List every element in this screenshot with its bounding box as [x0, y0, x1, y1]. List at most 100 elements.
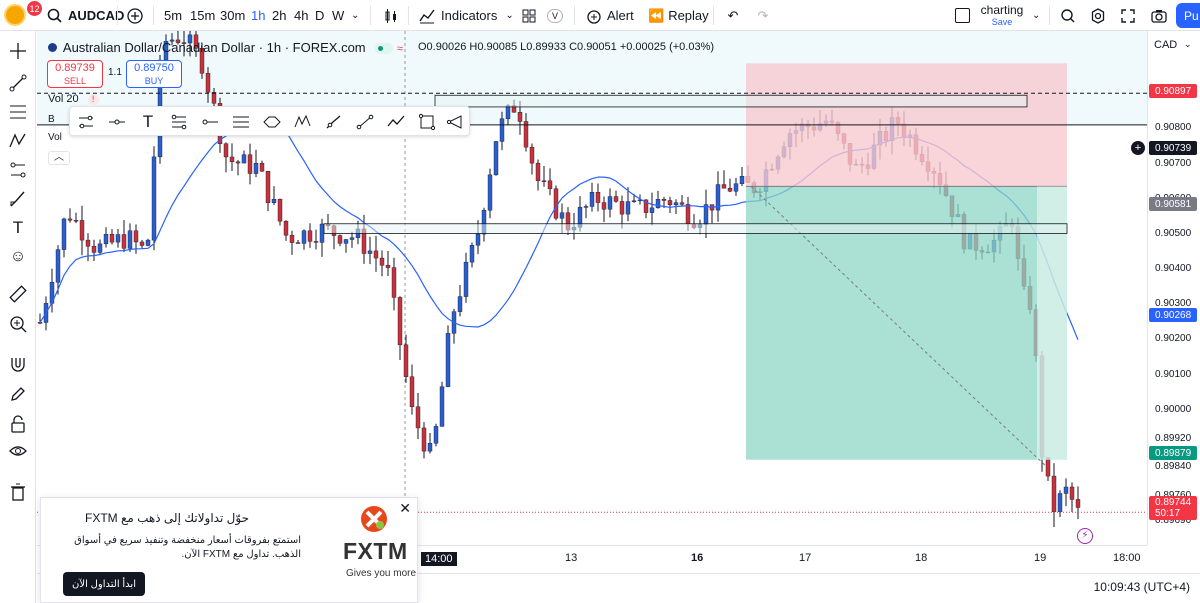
candle-body: [313, 241, 319, 243]
lightning-icon[interactable]: ⚡: [1077, 528, 1093, 544]
compare-symbol-button[interactable]: [124, 0, 146, 31]
settings-button[interactable]: [1088, 0, 1108, 31]
layout-name[interactable]: charting Save: [980, 3, 1024, 27]
candle-body: [223, 143, 229, 158]
brush-tool[interactable]: [6, 187, 30, 211]
alert-button[interactable]: Alert: [585, 0, 634, 31]
interval-1h[interactable]: 1h: [251, 0, 265, 31]
candle-body: [487, 174, 493, 211]
publish-button[interactable]: Pu: [1176, 3, 1200, 28]
drawbar-item-triangle[interactable]: [444, 110, 468, 134]
fullscreen-button[interactable]: [1118, 0, 1138, 31]
candle-body: [1045, 457, 1051, 477]
notification-badge: 12: [27, 1, 42, 16]
redo-button[interactable]: ↷: [754, 0, 772, 31]
sell-button[interactable]: 0.89739 SELL: [47, 60, 103, 88]
candle-body: [445, 333, 451, 387]
snapshot-button[interactable]: [1148, 0, 1170, 31]
replay-label: Replay: [668, 8, 709, 23]
candle-body: [259, 163, 265, 172]
candle-body: [727, 188, 733, 192]
pattern-tool[interactable]: [6, 129, 30, 153]
interval-15m[interactable]: 15m: [190, 0, 215, 31]
candle-body: [349, 237, 355, 240]
v-button[interactable]: V: [545, 0, 565, 31]
currency-dropdown[interactable]: ⌄: [1184, 39, 1192, 50]
candle-body: [295, 242, 301, 244]
chevron-down-icon: ⌄: [505, 10, 514, 21]
chevron-down-icon: ⌄: [1032, 10, 1041, 21]
undo-button[interactable]: ↶: [724, 0, 742, 31]
drawbar-item-path[interactable]: [384, 110, 408, 134]
flag-icon: [48, 43, 57, 52]
symbol-label: AUDCAD: [68, 8, 125, 23]
drawbar-item-shape[interactable]: [260, 110, 284, 134]
candle-body: [1069, 486, 1075, 500]
add-alert-plus-icon[interactable]: +: [1131, 141, 1145, 155]
drawbar-item-fib[interactable]: [229, 110, 253, 134]
bar-countdown: 50:17: [1155, 508, 1181, 519]
drawbar-item-pitchfork[interactable]: [167, 110, 191, 134]
drawbar-item-text[interactable]: T: [136, 110, 160, 134]
layout-dropdown[interactable]: ⌄: [1032, 0, 1040, 31]
drawbar-item-brush[interactable]: [322, 110, 346, 134]
zoom-tool[interactable]: [6, 312, 30, 336]
crosshair-tool[interactable]: [6, 39, 30, 63]
interval-30m[interactable]: 30m: [220, 0, 245, 31]
buy-button[interactable]: 0.89750 BUY: [126, 60, 182, 88]
user-avatar[interactable]: [4, 4, 26, 26]
templates-button[interactable]: [518, 0, 540, 31]
drawbar-item-ray2[interactable]: [198, 110, 222, 134]
symbol-search-button[interactable]: AUDCAD: [46, 0, 124, 31]
pattern-icon: [9, 133, 26, 148]
drawbar-item-hline[interactable]: [105, 110, 129, 134]
drawbar-item-rect[interactable]: [415, 110, 439, 134]
vol-indicator-label: Vol: [48, 132, 62, 143]
candle-body: [97, 243, 103, 253]
time-crosshair-label: 14:00: [421, 552, 457, 566]
start-trading-button[interactable]: ابدأ التداول الآن: [63, 572, 145, 596]
drawing-sidebar: T ☺: [0, 31, 36, 603]
zoom-in-icon: [10, 316, 27, 333]
interval-4h[interactable]: 4h: [294, 0, 308, 31]
candle-body: [145, 239, 151, 246]
lock-tool[interactable]: [6, 412, 30, 436]
collapse-legend-button[interactable]: ︿: [48, 151, 70, 165]
price-tick: 0.90800: [1155, 122, 1192, 133]
stay-drawing-tool[interactable]: [6, 382, 30, 406]
chart-type-button[interactable]: [380, 0, 402, 31]
candle-body: [673, 202, 679, 206]
candle-body: [307, 230, 313, 242]
hide-drawings-tool[interactable]: [6, 439, 30, 463]
brush-icon: [326, 115, 341, 129]
emoji-tool[interactable]: ☺: [6, 245, 30, 269]
drawbar-item-trend[interactable]: [353, 110, 377, 134]
text-tool[interactable]: T: [6, 216, 30, 240]
candle-body: [529, 146, 535, 164]
fib-tool[interactable]: [6, 100, 30, 124]
candle-body: [343, 239, 349, 244]
layout-checkbox[interactable]: [952, 0, 972, 31]
quick-search-button[interactable]: [1058, 0, 1078, 31]
candle-body: [373, 250, 379, 259]
measure-tool[interactable]: [6, 282, 30, 306]
close-icon[interactable]: ✕: [399, 500, 411, 517]
replay-button[interactable]: ⏪ Replay: [648, 0, 709, 31]
indicators-button[interactable]: Indicators ⌄: [418, 0, 514, 31]
time-tick: 16: [691, 552, 704, 564]
interval-2h[interactable]: 2h: [272, 0, 286, 31]
remove-drawings-tool[interactable]: [6, 480, 30, 504]
drawbar-item-elliott[interactable]: [291, 110, 315, 134]
magnet-tool[interactable]: [6, 352, 30, 376]
trendline-tool[interactable]: [6, 71, 30, 95]
candle-body: [649, 207, 655, 213]
forecast-tool[interactable]: [6, 158, 30, 182]
ad-title: حوّل تداولاتك إلى ذهب مع FXTM: [84, 511, 249, 525]
interval-w[interactable]: W: [332, 0, 344, 31]
rectangle-icon: [418, 113, 436, 131]
drawbar-item-ray[interactable]: [74, 110, 98, 134]
interval-d[interactable]: D: [315, 0, 324, 31]
ma-price-label: 0.90268: [1149, 308, 1197, 322]
interval-5m[interactable]: 5m: [164, 0, 182, 31]
interval-dropdown[interactable]: ⌄: [351, 0, 359, 31]
